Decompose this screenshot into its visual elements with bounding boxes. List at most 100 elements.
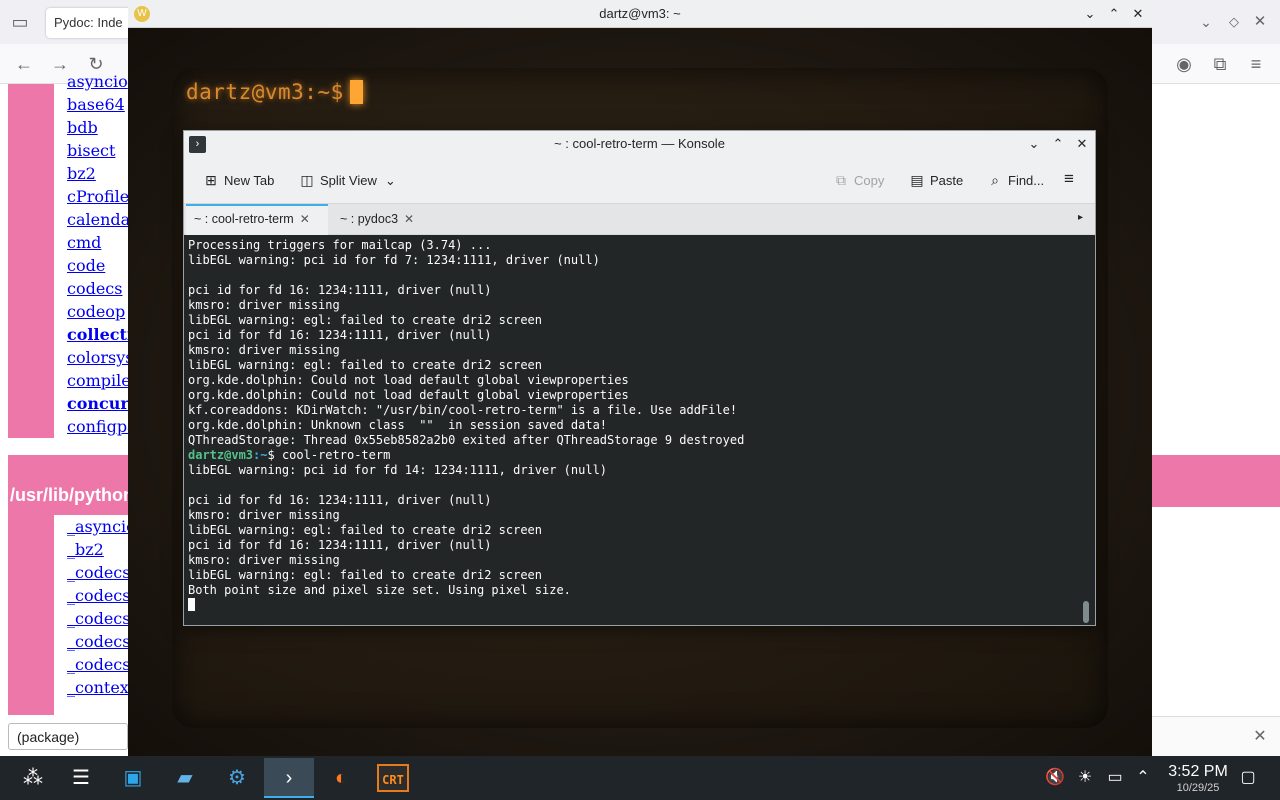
terminal-line: kmsro: driver missing xyxy=(188,508,340,522)
minimize-icon[interactable]: ⌄ xyxy=(1080,4,1100,24)
terminal-line: pci id for fd 16: 1234:1111, driver (nul… xyxy=(188,328,492,342)
terminal-line: libEGL warning: pci id for fd 14: 1234:1… xyxy=(188,463,608,477)
close-tab-icon[interactable]: ✕ xyxy=(300,212,310,226)
crt-titlebar: W dartz@vm3: ~ ⌄ ⌃ ✕ xyxy=(128,0,1152,28)
tab-overflow-icon[interactable]: ▸ xyxy=(1070,204,1090,235)
crt-icon-label: CRT xyxy=(377,764,409,792)
prompt-symbol: $ xyxy=(267,448,275,462)
prompt-user: dartz@vm3 xyxy=(188,448,254,462)
terminal-line: org.kde.dolphin: Could not load default … xyxy=(188,388,629,402)
pydoc-section-header-right xyxy=(1152,455,1280,507)
clock-date: 10/29/25 xyxy=(1176,782,1220,794)
system-settings-icon[interactable]: ☰ xyxy=(58,758,104,798)
new-tab-button[interactable]: ⊞ New Tab xyxy=(196,165,280,195)
konsole-titlebar: › ~ : cool-retro-term — Konsole ⌄ ⌃ ✕ xyxy=(184,131,1095,157)
settings-gear-icon[interactable]: ⚙ xyxy=(214,758,260,798)
terminal-line: pci id for fd 16: 1234:1111, driver (nul… xyxy=(188,283,492,297)
terminal-line: libEGL warning: pci id for fd 7: 1234:11… xyxy=(188,253,600,267)
chevron-down-icon[interactable]: ⌄ xyxy=(1192,8,1220,36)
taskbar: ⁂ ☰ ▣ ▰ ⚙ › ◐ CRT 🔇 ☀ ▭ ⌃ 3:52 PM 10/29/… xyxy=(0,756,1280,800)
close-icon[interactable]: ✕ xyxy=(1128,4,1148,24)
crt-cursor xyxy=(349,80,363,104)
paste-icon: ▤ xyxy=(910,172,924,188)
terminal-line: org.kde.dolphin: Unknown class "" in ses… xyxy=(188,418,608,432)
konsole-toolbar: ⊞ New Tab ◫ Split View ⌄ ⧉ Copy ▤ Paste ⌕ Find… xyxy=(184,157,1095,203)
minimize-icon[interactable]: ⌄ xyxy=(1024,134,1044,154)
cool-retro-term-icon[interactable]: CRT xyxy=(370,758,416,798)
discover-store-icon[interactable]: ▣ xyxy=(110,758,156,798)
split-view-label: Split View xyxy=(320,173,377,188)
konsole-window-title: ~ : cool-retro-term — Konsole xyxy=(554,136,725,151)
close-findbar-icon[interactable]: ✕ xyxy=(1246,723,1274,751)
tray-expand-icon[interactable]: ⌃ xyxy=(1131,756,1155,800)
copy-label: Copy xyxy=(854,173,885,188)
tab-label: ~ : cool-retro-term xyxy=(194,212,294,226)
find-bar: ✕ xyxy=(1152,716,1280,756)
pydoc-sidebar-stripe xyxy=(8,84,54,438)
maximize-icon[interactable]: ⌃ xyxy=(1104,4,1124,24)
terminal-line: libEGL warning: egl: failed to create dr… xyxy=(188,358,543,372)
tab-label: ~ : pydoc3 xyxy=(340,212,399,226)
account-icon[interactable]: ◉ xyxy=(1170,50,1198,78)
browser-tab-title: Pydoc: Inde xyxy=(54,15,123,30)
new-tab-icon: ⊞ xyxy=(205,172,217,188)
clock-time: 3:52 PM xyxy=(1168,763,1228,780)
terminal-line: kmsro: driver missing xyxy=(188,298,340,312)
close-icon[interactable]: ✕ xyxy=(1246,8,1274,36)
package-field[interactable]: (package) xyxy=(8,723,128,750)
terminal-line: kmsro: driver missing xyxy=(188,343,340,357)
hamburger-menu-icon[interactable]: ≡ xyxy=(1058,165,1080,195)
terminal-line: pci id for fd 16: 1234:1111, driver (nul… xyxy=(188,493,492,507)
tab-list-icon[interactable]: ▭ xyxy=(6,8,34,36)
dolphin-files-icon[interactable]: ▰ xyxy=(162,758,208,798)
paste-label: Paste xyxy=(930,173,964,188)
clock[interactable]: 3:52 PM 10/29/25 xyxy=(1160,763,1236,795)
maximize-icon[interactable]: ⌃ xyxy=(1048,134,1068,154)
extensions-icon[interactable]: ⧉ xyxy=(1206,50,1234,78)
diamond-icon[interactable]: ◇ xyxy=(1220,8,1248,36)
menu-icon[interactable]: ≡ xyxy=(1242,50,1270,78)
close-icon[interactable]: ✕ xyxy=(1072,134,1092,154)
volume-muted-icon[interactable]: 🔇 xyxy=(1043,756,1067,800)
browser-tab-pydoc[interactable]: Pydoc: Inde xyxy=(46,8,136,38)
konsole-window: › ~ : cool-retro-term — Konsole ⌄ ⌃ ✕ ⊞ N… xyxy=(183,130,1096,626)
pydoc-sidebar-stripe-bottom xyxy=(8,515,54,715)
new-tab-label: New Tab xyxy=(224,173,275,188)
terminal-scrollbar[interactable] xyxy=(1083,601,1089,623)
copy-icon: ⧉ xyxy=(836,172,846,188)
terminal-line: QThreadStorage: Thread 0x55eb8582a2b0 ex… xyxy=(188,433,745,447)
crt-prompt: dartz@vm3:~$ xyxy=(186,80,363,104)
app-launcher-icon[interactable]: ⁂ xyxy=(10,758,56,798)
tab-cool-retro-term[interactable]: ~ : cool-retro-term ✕ xyxy=(186,204,328,235)
terminal-line: kmsro: driver missing xyxy=(188,553,340,567)
split-view-icon: ◫ xyxy=(300,172,314,188)
section-heading: /usr/lib/python3 xyxy=(10,485,145,505)
chevron-down-icon: ⌄ xyxy=(384,173,396,188)
firefox-icon[interactable]: ◐ xyxy=(318,758,364,798)
close-tab-icon[interactable]: ✕ xyxy=(404,212,414,226)
konsole-tab-bar: ~ : cool-retro-term ✕ ~ : pydoc3 ✕ ▸ xyxy=(184,203,1095,235)
terminal-output: Processing triggers for mailcap (3.74) .… xyxy=(188,238,1091,613)
find-button[interactable]: ⌕ Find... xyxy=(980,165,1050,195)
paste-button[interactable]: ▤ Paste xyxy=(902,165,969,195)
crt-prompt-text: dartz@vm3:~$ xyxy=(186,80,344,104)
terminal-line: org.kde.dolphin: Could not load default … xyxy=(188,373,629,387)
display-icon[interactable]: ▭ xyxy=(1103,756,1127,800)
terminal-line: Processing triggers for mailcap (3.74) .… xyxy=(188,238,492,252)
split-view-button[interactable]: ◫ Split View ⌄ xyxy=(292,165,402,195)
search-icon: ⌕ xyxy=(991,172,999,188)
show-desktop-icon[interactable]: ▢ xyxy=(1236,756,1260,800)
terminal-line: Both point size and pixel size set. Usin… xyxy=(188,583,571,597)
find-label: Find... xyxy=(1008,173,1045,188)
tab-pydoc3[interactable]: ~ : pydoc3 ✕ xyxy=(332,204,428,235)
crt-window-title: dartz@vm3: ~ xyxy=(599,6,681,21)
terminal-cursor xyxy=(188,598,195,611)
terminal-line: libEGL warning: egl: failed to create dr… xyxy=(188,313,543,327)
copy-button[interactable]: ⧉ Copy xyxy=(826,165,890,195)
konsole-icon[interactable]: › xyxy=(264,758,314,798)
terminal-line: libEGL warning: egl: failed to create dr… xyxy=(188,523,543,537)
back-icon[interactable]: ← xyxy=(10,50,38,78)
brightness-icon[interactable]: ☀ xyxy=(1073,756,1097,800)
konsole-terminal[interactable]: Processing triggers for mailcap (3.74) .… xyxy=(184,235,1095,625)
terminal-line: libEGL warning: egl: failed to create dr… xyxy=(188,568,543,582)
